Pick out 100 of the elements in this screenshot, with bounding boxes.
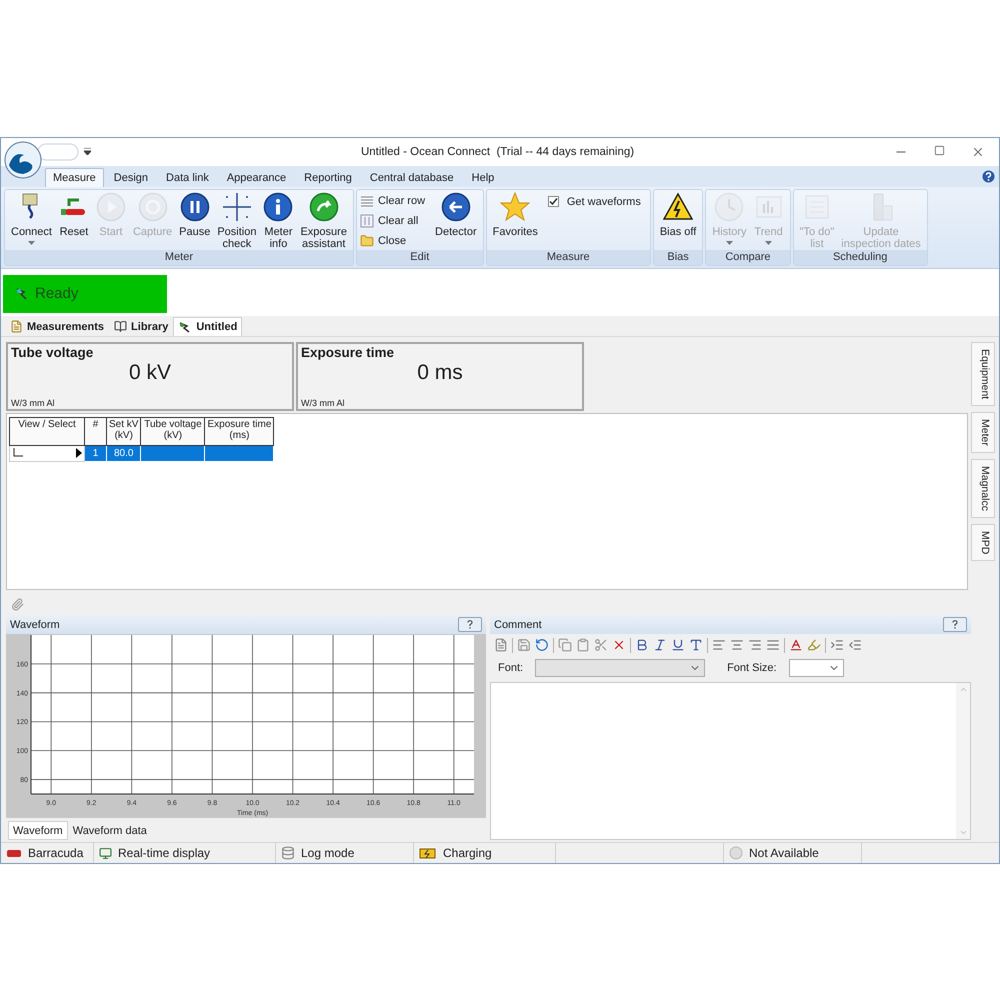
paste-icon[interactable]	[576, 638, 590, 652]
ribbon-button[interactable]: Exposure assistant	[297, 192, 350, 250]
window-title: Untitled - Ocean Connect (Trial -- 44 days remaining)	[360, 146, 636, 158]
readout-title: Exposure time	[301, 344, 396, 360]
column-header[interactable]: Exposure time (ms)	[204, 417, 274, 445]
grid-icon	[360, 214, 374, 228]
ribbon-button[interactable]: Reset	[56, 192, 92, 250]
ribbon-button[interactable]: Position check	[214, 192, 260, 250]
get-waveforms-checkbox[interactable]: Get waveforms	[542, 192, 647, 210]
outdent-icon[interactable]	[848, 638, 862, 652]
maximize-icon[interactable]	[934, 144, 945, 156]
undo-icon[interactable]	[535, 638, 549, 652]
document-tab[interactable]: Untitled	[173, 316, 242, 336]
pause-icon	[180, 192, 210, 222]
column-header[interactable]: Tube voltage (kV)	[140, 417, 205, 445]
readout-value: 0 ms	[416, 360, 464, 384]
help-button[interactable]	[943, 617, 967, 632]
status-label: Not Available	[749, 846, 819, 860]
font-size-label: Font Size:	[727, 662, 777, 674]
status-text: Ready	[35, 285, 78, 302]
save-icon[interactable]	[517, 638, 531, 652]
help-icon	[952, 620, 958, 630]
align-left-icon[interactable]	[712, 638, 726, 652]
crosshair-icon	[222, 192, 252, 222]
side-tab[interactable]: MPD	[971, 524, 995, 561]
column-header[interactable]: Set kV (kV)	[106, 417, 141, 445]
status-label: Barracuda	[28, 846, 84, 860]
ribbon-tab[interactable]: Data link	[158, 168, 217, 187]
group-label: Scheduling	[794, 250, 927, 265]
help-icon	[467, 620, 473, 630]
column-header[interactable]: #	[84, 417, 106, 445]
ribbon-tab[interactable]: Design	[106, 168, 156, 187]
paperclip-icon[interactable]	[11, 598, 24, 611]
ribbon-button[interactable]: Bias off	[656, 192, 700, 250]
warning-icon	[663, 192, 694, 222]
status-label: Real-time display	[118, 846, 210, 860]
lines-icon	[360, 194, 374, 208]
side-tab[interactable]: Equipment	[971, 342, 995, 406]
ribbon-tab[interactable]: Central database	[362, 168, 462, 187]
side-tab[interactable]: Magnalcc	[971, 458, 995, 518]
indent-icon[interactable]	[830, 638, 844, 652]
new-document-icon[interactable]	[494, 638, 508, 652]
table-cell	[204, 445, 274, 461]
column-header[interactable]: View / Select	[10, 417, 84, 445]
group-label: Edit	[356, 250, 483, 265]
ribbon-tab[interactable]: Reporting	[296, 168, 360, 187]
help-button[interactable]	[458, 617, 482, 632]
panel-title: Waveform	[10, 618, 60, 631]
record-icon	[138, 192, 168, 222]
document-tab[interactable]: Measurements	[5, 316, 110, 336]
axes-icon	[12, 448, 24, 458]
clock-icon	[714, 192, 744, 222]
ribbon-button[interactable]: Clear all	[360, 212, 426, 230]
help-icon[interactable]	[982, 170, 995, 183]
align-right-icon[interactable]	[748, 638, 762, 652]
document-tab[interactable]: Library	[109, 316, 174, 336]
checkmark-icon	[548, 197, 558, 206]
ribbon-tab[interactable]: Measure	[45, 168, 104, 187]
italic-icon[interactable]	[653, 638, 667, 652]
panel-title: Comment	[494, 618, 542, 631]
font-size-select[interactable]	[788, 659, 844, 678]
align-center-icon[interactable]	[730, 638, 744, 652]
copy-icon[interactable]	[558, 638, 572, 652]
justify-icon[interactable]	[766, 638, 780, 652]
scissors-icon[interactable]	[594, 638, 608, 652]
row-selector[interactable]	[10, 445, 84, 461]
ribbon-button[interactable]: Connect	[8, 192, 55, 250]
star-icon	[500, 192, 530, 222]
status-dot-icon	[729, 846, 743, 860]
book-icon	[114, 320, 128, 333]
readout-title: Tube voltage	[11, 344, 94, 360]
ribbon-button[interactable]: Close	[360, 232, 426, 250]
panel-tab[interactable]: Waveform data	[68, 821, 152, 840]
highlight-icon[interactable]	[807, 638, 821, 652]
ribbon-tab[interactable]: Help	[464, 168, 502, 187]
panel-tab[interactable]: Waveform	[8, 821, 68, 840]
font-select[interactable]	[535, 659, 706, 678]
side-tab[interactable]: Meter	[971, 412, 995, 453]
status-label: Log mode	[301, 846, 354, 860]
bold-icon[interactable]	[635, 638, 649, 652]
ribbon-button[interactable]: Pause	[176, 192, 214, 250]
font-label: Font:	[498, 662, 524, 674]
ribbon-tab[interactable]: Appearance	[218, 168, 294, 187]
ribbon-button[interactable]: Clear row	[360, 192, 426, 210]
battery-icon	[419, 846, 437, 860]
group-label: Measure	[486, 250, 650, 265]
text-icon[interactable]	[689, 638, 703, 652]
monitor-icon	[99, 846, 112, 860]
ribbon-button[interactable]: Meter info	[260, 192, 296, 250]
font-color-icon[interactable]	[789, 638, 803, 652]
group-label: Meter	[5, 250, 353, 265]
ribbon-button[interactable]: Detector	[432, 192, 480, 250]
table-cell	[140, 445, 205, 461]
filter-label: W/3 mm Al	[11, 398, 56, 408]
underline-icon[interactable]	[671, 638, 685, 652]
customize-caret-icon[interactable]	[84, 148, 91, 156]
ribbon-button[interactable]: Favorites	[490, 192, 541, 250]
info-icon	[263, 192, 294, 222]
database-icon	[281, 846, 295, 860]
readout-value: 0 kV	[128, 360, 172, 384]
